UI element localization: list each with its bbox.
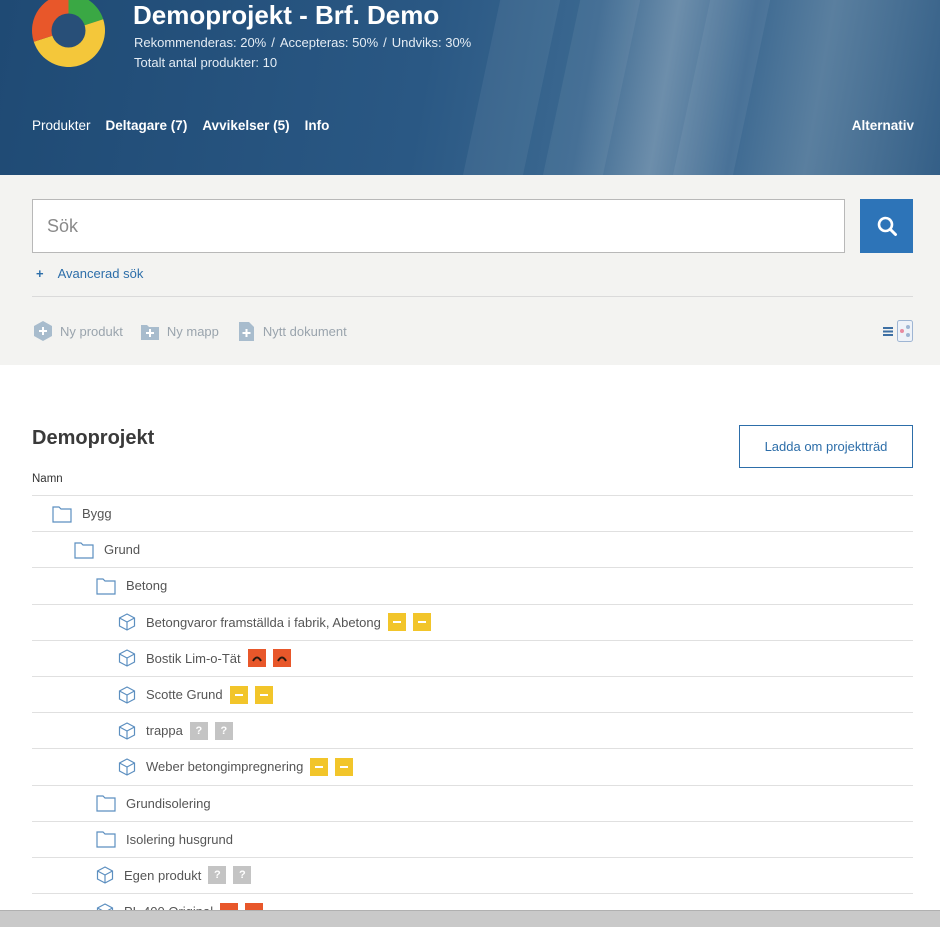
project-header: Demoprojekt - Brf. Demo Rekommenderas: 2…: [0, 0, 940, 175]
product-box-icon: [118, 613, 136, 631]
folder-icon: [96, 794, 116, 812]
tree-row[interactable]: Weber betongimpregnering: [32, 748, 913, 784]
section-title: Demoprojekt: [32, 427, 155, 449]
stat-separator: /: [271, 35, 275, 50]
plus-icon: +: [36, 266, 44, 281]
tree-row[interactable]: Grund: [32, 531, 913, 567]
header-decoration: [665, 0, 775, 175]
folder-icon: [74, 541, 94, 559]
tree-row[interactable]: Betongvaror framställda i fabrik, Abeton…: [32, 603, 913, 640]
tree-row[interactable]: trappa??: [32, 712, 913, 748]
advanced-search-label: Avancerad sök: [57, 266, 144, 281]
folder-icon: [52, 505, 72, 523]
rating-badge-neutral[interactable]: [412, 613, 431, 632]
product-box-icon: [118, 649, 136, 668]
tree-row-label[interactable]: Grund: [104, 542, 140, 557]
tree-row-label[interactable]: Egen produkt: [124, 868, 201, 883]
alternativ-menu[interactable]: Alternativ: [852, 118, 914, 133]
nav-tab-deltagare[interactable]: Deltagare (7): [106, 118, 188, 133]
nav-tab-info[interactable]: Info: [305, 118, 330, 133]
tree-row[interactable]: Betong: [32, 567, 913, 603]
rating-badge-neutral[interactable]: [335, 757, 354, 776]
action-toolbar: Ny produkt Ny mapp Nytt dokument: [32, 320, 347, 342]
list-view-icon[interactable]: [883, 326, 893, 336]
rating-donut-chart: [32, 0, 105, 67]
folder-icon: [96, 577, 116, 595]
new-product-label: Ny produkt: [60, 323, 123, 339]
new-document-icon: [238, 322, 254, 341]
new-folder-icon: [140, 325, 159, 340]
tree-row-label[interactable]: Weber betongimpregnering: [146, 759, 303, 774]
search-panel: + Avancerad sök Ny produkt Ny mapp: [0, 175, 940, 365]
new-product-button[interactable]: Ny produkt: [32, 320, 123, 342]
new-document-label: Nytt dokument: [262, 323, 347, 339]
horizontal-scrollbar[interactable]: [0, 910, 940, 927]
advanced-search-link[interactable]: + Avancerad sök: [36, 266, 143, 281]
search-icon: [877, 216, 897, 236]
rating-badge-unknown[interactable]: ?: [214, 721, 233, 740]
tree-row[interactable]: Scotte Grund: [32, 675, 913, 712]
project-nav: Produkter Deltagare (7) Avvikelser (5) I…: [32, 118, 329, 133]
nav-tab-avvikelser[interactable]: Avvikelser (5): [202, 118, 289, 133]
new-product-icon: [34, 321, 52, 341]
tree-row-label[interactable]: Bostik Lim-o-Tät: [146, 651, 241, 666]
rating-badge-neutral[interactable]: [310, 757, 329, 776]
rating-badge-unknown[interactable]: ?: [233, 866, 252, 885]
divider: [32, 296, 913, 297]
product-box-icon: [118, 758, 136, 776]
tree-row[interactable]: Bygg: [32, 495, 913, 531]
product-box-icon: [118, 685, 136, 704]
reload-tree-button[interactable]: Ladda om projektträd: [739, 425, 913, 468]
stat-recommended: Rekommenderas: 20%: [134, 35, 267, 50]
tree-view-icon[interactable]: [897, 320, 913, 342]
view-toggle: [883, 320, 913, 342]
tree-row[interactable]: Grundisolering: [32, 784, 913, 821]
column-header-name[interactable]: Namn: [32, 473, 63, 485]
tree-row-label[interactable]: Betongvaror framställda i fabrik, Abeton…: [146, 615, 381, 630]
new-folder-button[interactable]: Ny mapp: [139, 320, 219, 342]
project-title: Demoprojekt - Brf. Demo: [133, 0, 440, 30]
tree-row[interactable]: Bostik Lim-o-Tät: [32, 639, 913, 676]
tree-row-label[interactable]: Scotte Grund: [146, 687, 223, 702]
total-products: Totalt antal produkter: 10: [134, 55, 278, 70]
tree-row-label[interactable]: Bygg: [82, 506, 112, 521]
folder-icon: [96, 830, 116, 848]
tree-row-label[interactable]: trappa: [146, 723, 183, 738]
rating-badge-bad[interactable]: [272, 649, 291, 668]
project-tree: Bygg Grund Betong Betongvaror framställda i…: [32, 495, 913, 927]
tree-row-label[interactable]: Betong: [126, 578, 167, 593]
product-box-icon: [96, 866, 114, 885]
tree-row[interactable]: Egen produkt??: [32, 856, 913, 893]
search-input[interactable]: [32, 199, 845, 253]
rating-badge-unknown[interactable]: ?: [208, 866, 227, 885]
product-box-icon: [118, 722, 136, 740]
rating-badge-bad[interactable]: [247, 649, 266, 668]
stat-avoid: Undviks: 30%: [391, 35, 472, 50]
stat-accepted: Accepteras: 50%: [279, 35, 379, 50]
tree-row[interactable]: Isolering husgrund: [32, 820, 913, 857]
stat-separator: /: [383, 35, 387, 50]
rating-badge-neutral[interactable]: [229, 685, 248, 704]
rating-stats: Rekommenderas: 20% / Accepteras: 50% / Undvi…: [134, 35, 471, 50]
rating-badge-neutral[interactable]: [254, 685, 273, 704]
tree-row-label[interactable]: Grundisolering: [126, 796, 211, 811]
search-button[interactable]: [860, 199, 913, 253]
rating-badge-neutral[interactable]: [387, 613, 406, 632]
rating-badge-unknown[interactable]: ?: [189, 721, 208, 740]
tree-row-label[interactable]: Isolering husgrund: [126, 832, 233, 847]
nav-tab-produkter[interactable]: Produkter: [32, 118, 91, 133]
new-folder-label: Ny mapp: [166, 323, 219, 339]
new-document-button[interactable]: Nytt dokument: [235, 320, 347, 342]
